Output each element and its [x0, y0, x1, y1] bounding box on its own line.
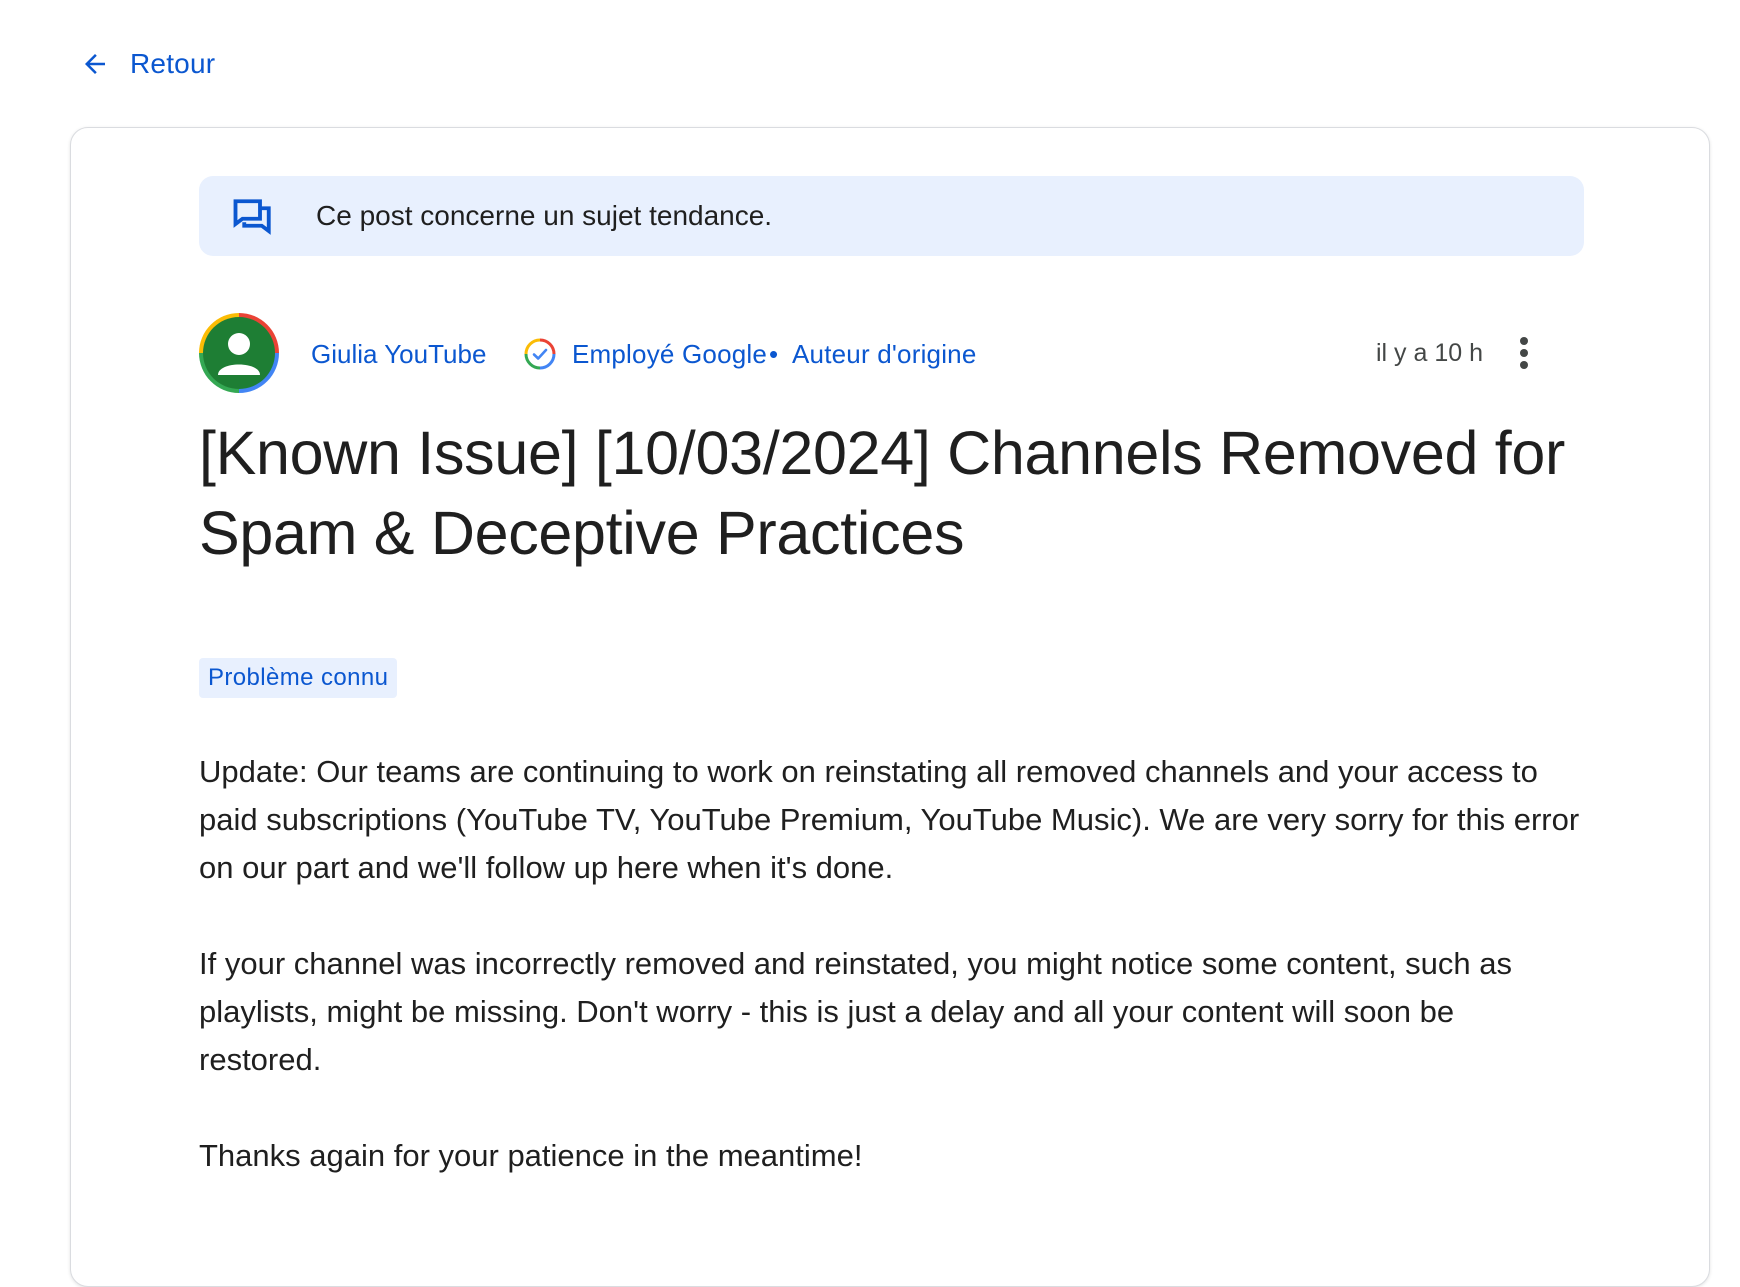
more-options-button[interactable]	[1504, 331, 1544, 375]
arrow-back-icon	[85, 54, 105, 74]
post-paragraph: If your channel was incorrectly removed …	[199, 946, 1513, 1077]
trending-banner: Ce post concerne un sujet tendance.	[199, 176, 1584, 256]
avatar[interactable]	[199, 313, 279, 393]
trending-banner-text: Ce post concerne un sujet tendance.	[316, 200, 773, 231]
author-name[interactable]: Giulia YouTube	[311, 339, 486, 370]
post-card: Ce post concerne un sujet tendance. Giul…	[70, 127, 1710, 1287]
original-author-label: Auteur d'origine	[792, 339, 977, 369]
post-timestamp: il y a 10 h	[1376, 339, 1484, 367]
back-link[interactable]: Retour	[80, 48, 215, 80]
known-issue-tag[interactable]: Problème connu	[199, 658, 398, 698]
badge-separator: •	[769, 339, 779, 369]
forum-icon	[233, 199, 271, 235]
person-icon	[218, 333, 260, 375]
post-paragraph: Update: Our teams are continuing to work…	[199, 754, 1580, 885]
employee-badge-label: Employé Google	[572, 339, 768, 369]
post-paragraph: Thanks again for your patience in the me…	[199, 1138, 863, 1173]
back-label: Retour	[130, 48, 216, 79]
google-employee-badge-icon	[524, 338, 556, 370]
more-vert-icon	[1520, 337, 1528, 369]
author-row: Giulia YouTube Employé Google • Auteur d…	[199, 311, 1584, 395]
post-title: [Known Issue] [10/03/2024] Channels Remo…	[199, 419, 1566, 567]
post-body: Update: Our teams are continuing to work…	[199, 748, 1584, 1228]
